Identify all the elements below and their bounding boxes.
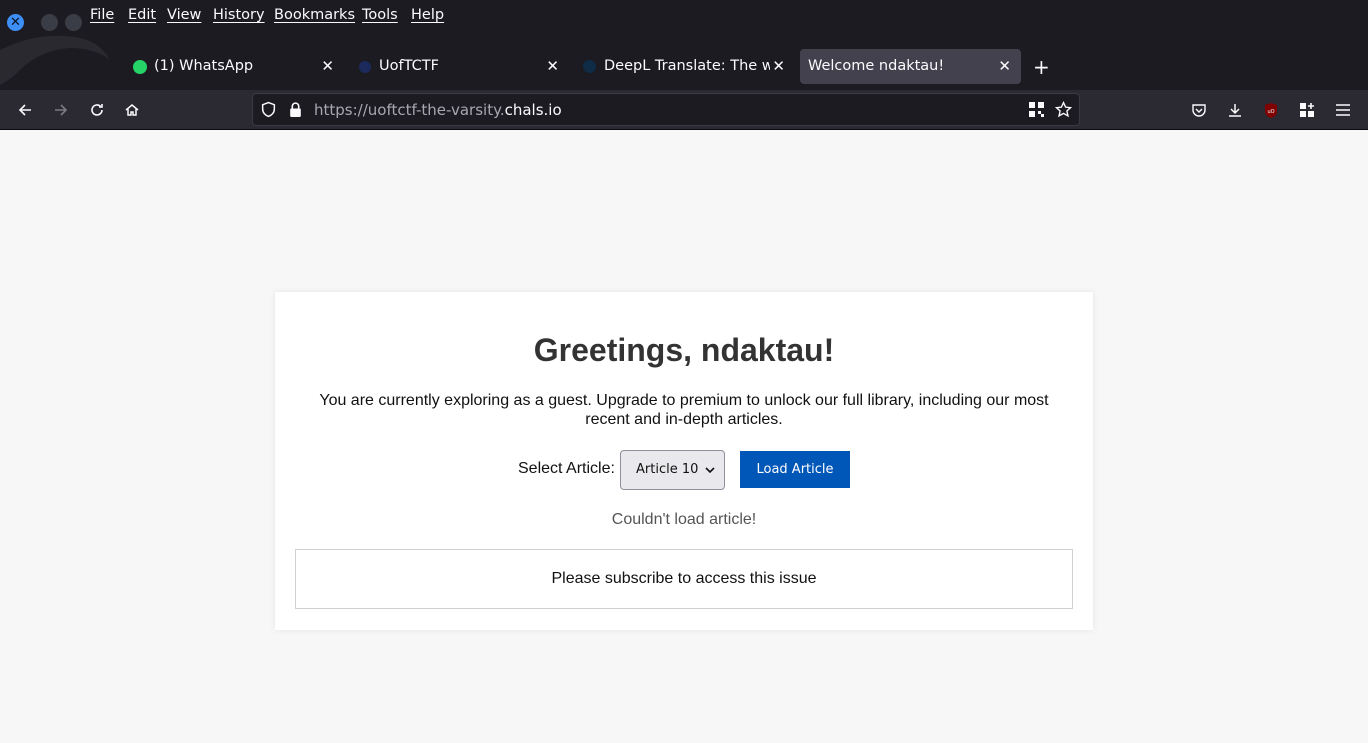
home-icon[interactable] bbox=[120, 90, 144, 130]
back-icon[interactable] bbox=[13, 90, 37, 130]
svg-text:uO: uO bbox=[1267, 109, 1274, 115]
url-host: chals.io bbox=[504, 101, 562, 119]
menu-edit[interactable]: Edit bbox=[128, 7, 156, 23]
url-prefix: https://uoftctf-the-varsity. bbox=[314, 101, 505, 119]
guest-description: You are currently exploring as a guest. … bbox=[319, 392, 1049, 428]
tab-deepl[interactable]: DeepL Translate: The wor ✕ bbox=[578, 49, 794, 84]
hamburger-menu-icon[interactable] bbox=[1331, 90, 1355, 130]
page-content: Greetings, ndaktau! You are currently ex… bbox=[0, 130, 1368, 743]
uoftctf-icon bbox=[359, 61, 371, 73]
window-maximize-button[interactable] bbox=[65, 14, 82, 31]
subscribe-message: Please subscribe to access this issue bbox=[551, 570, 817, 587]
menu-bookmarks[interactable]: Bookmarks bbox=[274, 7, 355, 23]
shield-icon[interactable] bbox=[260, 101, 277, 122]
menu-file[interactable]: File bbox=[90, 7, 114, 23]
tab-title: UofTCTF bbox=[379, 58, 439, 74]
window-close-button[interactable]: ✕ bbox=[7, 14, 24, 31]
welcome-card: Greetings, ndaktau! You are currently ex… bbox=[275, 292, 1093, 630]
pocket-icon[interactable] bbox=[1187, 90, 1211, 130]
menu-history[interactable]: History bbox=[213, 7, 265, 23]
whatsapp-icon bbox=[133, 60, 147, 74]
window-minimize-button[interactable] bbox=[41, 14, 58, 31]
bookmark-star-icon[interactable] bbox=[1054, 100, 1073, 122]
downloads-icon[interactable] bbox=[1223, 90, 1247, 130]
reload-icon[interactable] bbox=[85, 90, 109, 130]
error-message: Couldn't load article! bbox=[611, 511, 757, 528]
close-icon[interactable]: ✕ bbox=[321, 57, 334, 75]
tab-welcome[interactable]: Welcome ndaktau! ✕ bbox=[800, 49, 1021, 84]
navigation-bar: https://uoftctf-the-varsity.chals.io uO bbox=[0, 90, 1368, 130]
url-text: https://uoftctf-the-varsity.chals.io bbox=[314, 101, 562, 119]
close-icon[interactable]: ✕ bbox=[772, 57, 785, 75]
lock-icon[interactable] bbox=[288, 101, 303, 122]
forward-icon[interactable] bbox=[49, 90, 73, 130]
tab-title: (1) WhatsApp bbox=[154, 58, 254, 74]
close-icon[interactable]: ✕ bbox=[998, 57, 1011, 75]
deepl-icon bbox=[583, 60, 596, 73]
tab-title: Welcome ndaktau! bbox=[808, 58, 945, 74]
menu-tools[interactable]: Tools bbox=[362, 7, 398, 23]
chevron-down-icon bbox=[704, 460, 716, 484]
page-title: Greetings, ndaktau! bbox=[533, 332, 835, 368]
ublock-origin-icon[interactable]: uO bbox=[1259, 90, 1283, 130]
selected-article: Article 10 bbox=[636, 462, 699, 477]
load-article-button[interactable]: Load Article bbox=[740, 451, 850, 488]
menu-help[interactable]: Help bbox=[411, 7, 444, 23]
menubar: ✕ File Edit View History Bookmarks Tools… bbox=[0, 0, 1368, 85]
qr-code-icon[interactable] bbox=[1029, 102, 1044, 121]
article-select[interactable]: Article 10 bbox=[620, 450, 725, 490]
extensions-icon[interactable] bbox=[1295, 90, 1319, 130]
article-select-row: Select Article: Article 10 Load Article bbox=[275, 450, 1093, 490]
tab-uoftctf[interactable]: UofTCTF ✕ bbox=[353, 49, 571, 84]
tab-whatsapp[interactable]: (1) WhatsApp ✕ bbox=[128, 49, 346, 84]
article-content-box: Please subscribe to access this issue bbox=[295, 549, 1073, 609]
url-bar[interactable]: https://uoftctf-the-varsity.chals.io bbox=[252, 93, 1080, 126]
menu-view[interactable]: View bbox=[167, 7, 201, 23]
select-article-label: Select Article: bbox=[518, 460, 615, 477]
new-tab-button[interactable]: + bbox=[1033, 55, 1050, 79]
tab-title: DeepL Translate: The wor bbox=[604, 58, 770, 74]
close-icon[interactable]: ✕ bbox=[546, 57, 559, 75]
kali-dragon-icon bbox=[0, 35, 110, 85]
browser-chrome: ✕ File Edit View History Bookmarks Tools… bbox=[0, 0, 1368, 130]
